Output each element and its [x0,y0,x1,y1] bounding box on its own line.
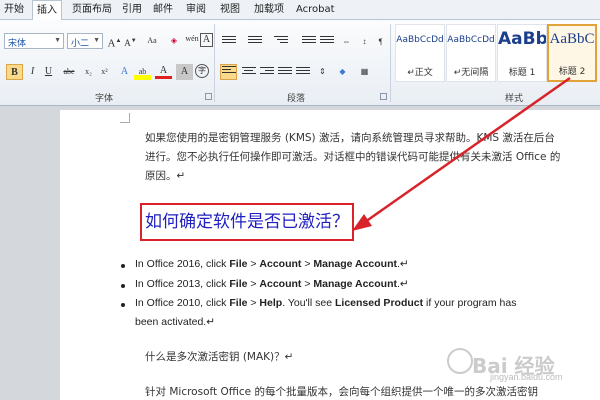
baidu-paw-icon [447,348,473,374]
watermark-url: jingyan.baidu.com [490,372,563,382]
annotation-arrow-icon [352,76,571,231]
